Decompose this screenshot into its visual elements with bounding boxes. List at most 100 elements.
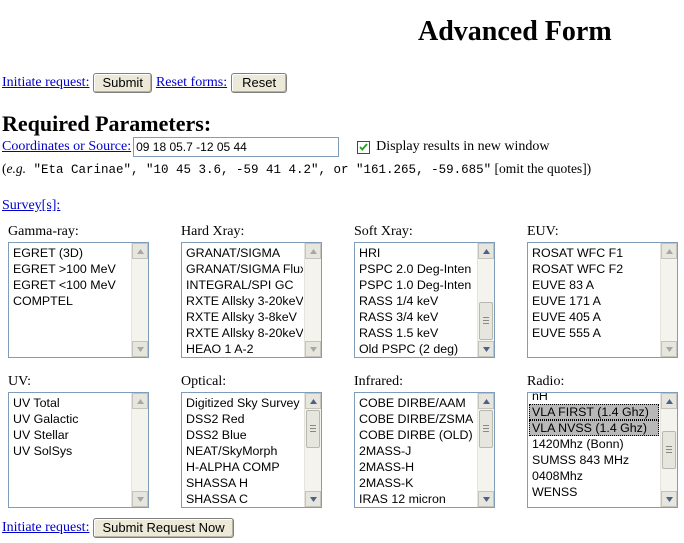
scroll-up-button[interactable] xyxy=(132,243,148,259)
survey-option[interactable]: UV Galactic xyxy=(10,411,130,427)
scroll-up-button[interactable] xyxy=(478,243,494,259)
survey-option[interactable]: RASS 3/4 keV xyxy=(356,309,476,325)
radio-survey-list[interactable]: nH VLA FIRST (1.4 Ghz) VLA NVSS (1.4 Ghz) 1… xyxy=(527,392,678,508)
survey-option[interactable]: NEAT/SkyMorph xyxy=(183,443,303,459)
survey-option[interactable]: EUVE 171 A xyxy=(529,293,659,309)
survey-option[interactable]: UV Stellar xyxy=(10,427,130,443)
survey-option[interactable]: COBE DIRBE/AAM xyxy=(356,395,476,411)
survey-option[interactable]: RXTE Allsky 3-20keV xyxy=(183,293,303,309)
scroll-up-button[interactable] xyxy=(132,393,148,409)
survey-option[interactable]: DSS2 Red xyxy=(183,411,303,427)
survey-option[interactable]: Old PSPC (2 deg) xyxy=(356,341,476,357)
scroll-down-button[interactable] xyxy=(478,491,494,507)
chevron-down-icon xyxy=(665,346,673,352)
gamma-ray-survey-list[interactable]: EGRET (3D) EGRET >100 MeV EGRET <100 MeV CO… xyxy=(8,242,149,358)
survey-option[interactable]: EUVE 83 A xyxy=(529,277,659,293)
survey-option[interactable]: COMPTEL xyxy=(10,293,130,309)
chevron-down-icon xyxy=(309,496,317,502)
survey-option[interactable]: EUVE 555 A xyxy=(529,325,659,341)
survey-option[interactable]: HEAO 1 A-2 xyxy=(183,341,303,357)
scroll-down-button[interactable] xyxy=(305,341,321,357)
scroll-thumb[interactable] xyxy=(479,410,493,448)
infrared-survey-list[interactable]: COBE DIRBE/AAM COBE DIRBE/ZSMA COBE DIRBE … xyxy=(354,392,495,508)
coordinates-example: (e.g. "Eta Carinae", "10 45 3.6, -59 41 … xyxy=(2,161,592,177)
scroll-thumb[interactable] xyxy=(479,302,493,340)
scrollbar[interactable] xyxy=(131,393,148,507)
scroll-down-button[interactable] xyxy=(132,341,148,357)
survey-option[interactable]: COBE DIRBE (OLD) xyxy=(356,427,476,443)
survey-option[interactable]: GRANAT/SIGMA Flux xyxy=(183,261,303,277)
survey-option[interactable]: 2MASS-J xyxy=(356,443,476,459)
initiate-request-link[interactable]: Initiate request: xyxy=(2,75,89,91)
submit-request-now-button[interactable]: Submit Request Now xyxy=(93,518,234,538)
scroll-up-button[interactable] xyxy=(661,243,677,259)
survey-option[interactable]: WENSS xyxy=(529,484,659,500)
scroll-thumb[interactable] xyxy=(306,410,320,448)
survey-option[interactable]: VLA NVSS (1.4 Ghz) xyxy=(529,420,659,436)
survey-option[interactable]: DSS2 Blue xyxy=(183,427,303,443)
uv-survey-list[interactable]: UV Total UV Galactic UV Stellar UV SolSys xyxy=(8,392,149,508)
survey-option[interactable]: GRANAT/SIGMA xyxy=(183,245,303,261)
survey-option[interactable]: ROSAT WFC F1 xyxy=(529,245,659,261)
hard-xray-survey-list[interactable]: GRANAT/SIGMA GRANAT/SIGMA Flux INTEGRAL/SP… xyxy=(181,242,322,358)
survey-option[interactable]: 2MASS-H xyxy=(356,459,476,475)
survey-option[interactable]: ROSAT WFC F2 xyxy=(529,261,659,277)
initiate-request-link-bottom[interactable]: Initiate request: xyxy=(2,520,89,536)
scrollbar[interactable] xyxy=(131,243,148,357)
survey-option[interactable]: UV SolSys xyxy=(10,443,130,459)
scrollbar[interactable] xyxy=(660,393,677,507)
scroll-down-button[interactable] xyxy=(305,491,321,507)
survey-option[interactable]: PSPC 1.0 Deg-Inten xyxy=(356,277,476,293)
survey-option[interactable]: RXTE Allsky 3-8keV xyxy=(183,309,303,325)
survey-option[interactable]: RASS 1.5 keV xyxy=(356,325,476,341)
survey-option[interactable]: Digitized Sky Survey xyxy=(183,395,303,411)
scrollbar[interactable] xyxy=(660,243,677,357)
survey-option[interactable]: SUMSS 843 MHz xyxy=(529,452,659,468)
survey-option[interactable]: EGRET <100 MeV xyxy=(10,277,130,293)
survey-option[interactable]: SHASSA H xyxy=(183,475,303,491)
scroll-down-button[interactable] xyxy=(132,491,148,507)
scroll-up-button[interactable] xyxy=(305,393,321,409)
coordinates-link[interactable]: Coordinates or Source: xyxy=(2,139,131,155)
survey-option[interactable]: 0408Mhz xyxy=(529,468,659,484)
survey-option[interactable]: RASS 1/4 keV xyxy=(356,293,476,309)
survey-option[interactable]: VLA FIRST (1.4 Ghz) xyxy=(529,404,659,420)
scrollbar[interactable] xyxy=(477,243,494,357)
coordinates-input[interactable] xyxy=(133,137,340,157)
survey-option[interactable]: EUVE 405 A xyxy=(529,309,659,325)
scrollbar[interactable] xyxy=(304,243,321,357)
survey-option[interactable]: INTEGRAL/SPI GC xyxy=(183,277,303,293)
scroll-up-button[interactable] xyxy=(305,243,321,259)
chevron-up-icon xyxy=(665,248,673,254)
scroll-up-button[interactable] xyxy=(661,393,677,409)
survey-option[interactable]: 2MASS-K xyxy=(356,475,476,491)
reset-forms-link[interactable]: Reset forms: xyxy=(156,75,227,91)
survey-option[interactable]: 1420Mhz (Bonn) xyxy=(529,436,659,452)
soft-xray-survey-list[interactable]: HRI PSPC 2.0 Deg-Inten PSPC 1.0 Deg-Inten R… xyxy=(354,242,495,358)
survey-option[interactable]: H-ALPHA COMP xyxy=(183,459,303,475)
survey-option[interactable]: EGRET (3D) xyxy=(10,245,130,261)
optical-survey-list[interactable]: Digitized Sky Survey DSS2 Red DSS2 Blue NEA… xyxy=(181,392,322,508)
survey-link[interactable]: Survey[s]: xyxy=(2,198,60,213)
scrollbar[interactable] xyxy=(304,393,321,507)
survey-option[interactable]: PSPC 2.0 Deg-Inten xyxy=(356,261,476,277)
scroll-down-button[interactable] xyxy=(661,491,677,507)
survey-option[interactable]: HRI xyxy=(356,245,476,261)
survey-option[interactable]: SHASSA C xyxy=(183,491,303,507)
euv-survey-list[interactable]: ROSAT WFC F1 ROSAT WFC F2 EUVE 83 A EUVE 17… xyxy=(527,242,678,358)
survey-option[interactable]: EGRET >100 MeV xyxy=(10,261,130,277)
top-actions: Initiate request: Submit Reset forms: Re… xyxy=(2,73,288,93)
scroll-down-button[interactable] xyxy=(661,341,677,357)
survey-option[interactable]: COBE DIRBE/ZSMA xyxy=(356,411,476,427)
survey-option[interactable]: nH xyxy=(529,393,659,404)
scrollbar[interactable] xyxy=(477,393,494,507)
submit-button[interactable]: Submit xyxy=(93,73,152,93)
scroll-thumb[interactable] xyxy=(662,431,676,469)
reset-button[interactable]: Reset xyxy=(231,73,288,93)
scroll-down-button[interactable] xyxy=(478,341,494,357)
scroll-up-button[interactable] xyxy=(478,393,494,409)
survey-option[interactable]: RXTE Allsky 8-20keV xyxy=(183,325,303,341)
new-window-checkbox[interactable] xyxy=(357,140,371,154)
survey-option[interactable]: UV Total xyxy=(10,395,130,411)
survey-option[interactable]: IRAS 12 micron xyxy=(356,491,476,507)
